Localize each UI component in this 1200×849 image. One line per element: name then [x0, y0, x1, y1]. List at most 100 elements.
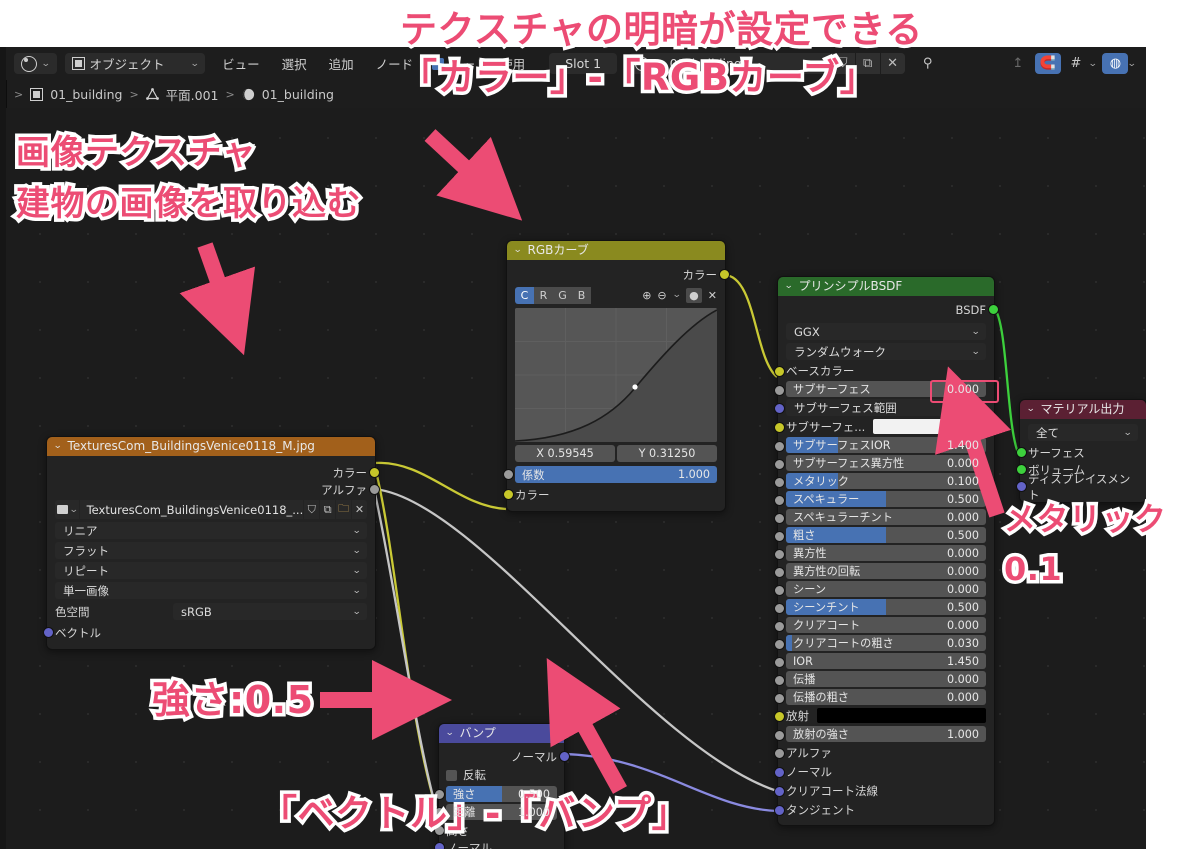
socket-粗さ-in[interactable]	[773, 531, 785, 542]
socket-スペキュラーチント-in[interactable]	[773, 513, 785, 524]
curve-point-coords[interactable]: X 0.59545 Y 0.31250	[515, 445, 717, 462]
node-header[interactable]: ⌄ RGBカーブ	[507, 241, 725, 260]
bsdf-field[interactable]: IOR 1.450	[786, 653, 986, 669]
output-color[interactable]: カラー	[515, 266, 730, 283]
chevron-down-icon[interactable]: ⌄	[1127, 59, 1137, 69]
socket-color-out[interactable]	[718, 269, 730, 280]
bsdf-row[interactable]: メタリック 0.100	[773, 473, 986, 489]
x-icon[interactable]: ✕	[708, 289, 717, 302]
node-principled-bsdf[interactable]: ⌄ プリンシプルBSDF BSDF GGX ⌄ ランダムウォーク ⌄ ベースカラ…	[773, 276, 999, 826]
image-name-field[interactable]: TexturesCom_BuildingsVenice0118_...	[79, 500, 304, 519]
socket-サブサーフェスIOR-in[interactable]	[773, 441, 785, 452]
socket-surface-in[interactable]	[1015, 447, 1027, 458]
bsdf-row[interactable]: 粗さ 0.500	[773, 527, 986, 543]
bsdf-field[interactable]: 異方性の回転 0.000	[786, 563, 986, 579]
bsdf-row[interactable]: サブサーフェスIOR 1.400	[773, 437, 986, 453]
bsdf-field[interactable]: サブサーフェス異方性 0.000	[786, 455, 986, 471]
bsdf-row[interactable]: サブサーフェ...	[773, 418, 986, 435]
bsdf-row[interactable]: 異方性の回転 0.000	[773, 563, 986, 579]
bsdf-color-swatch[interactable]	[873, 419, 986, 434]
invert-checkbox[interactable]: 反転	[446, 767, 557, 783]
overlay-sphere-icon[interactable]: ◍	[1102, 53, 1129, 74]
image-browse-button[interactable]: ⌄	[55, 500, 79, 519]
snap-grid-icon[interactable]: #	[1063, 53, 1089, 74]
input-normal[interactable]: ノーマル	[433, 839, 557, 849]
menu-add[interactable]: 追加	[318, 54, 365, 73]
target-dropdown[interactable]: 全て ⌄	[1028, 424, 1138, 441]
socket-サブサーフェス範囲-in[interactable]	[773, 403, 785, 414]
shader-type-dropdown[interactable]: オブジェクト ⌄	[64, 53, 206, 74]
snap-parent-up-icon[interactable]: ↥	[1005, 53, 1031, 74]
socket-アルファ-in[interactable]	[773, 748, 785, 759]
bsdf-socket-row[interactable]: アルファ	[786, 744, 986, 761]
socket-サブサーフェ...-in[interactable]	[773, 422, 785, 433]
input-color[interactable]: カラー	[502, 486, 717, 503]
bsdf-row[interactable]: ベースカラー	[773, 362, 986, 379]
socket-伝播の粗さ-in[interactable]	[773, 693, 785, 704]
source-dropdown[interactable]: 単一画像 ⌄	[55, 582, 367, 599]
subsurface-method-dropdown[interactable]: ランダムウォーク ⌄	[786, 343, 986, 360]
socket-displacement-in[interactable]	[1015, 481, 1027, 492]
interpolation-dropdown[interactable]: リニア ⌄	[55, 522, 367, 539]
output-bsdf[interactable]: BSDF	[786, 301, 999, 318]
bsdf-socket-row[interactable]: ベースカラー	[786, 362, 986, 379]
bsdf-row[interactable]: IOR 1.450	[773, 653, 986, 669]
bsdf-row[interactable]: 放射の強さ 1.000	[773, 726, 986, 742]
chevron-down-icon[interactable]: ⌄	[445, 724, 454, 743]
bsdf-socket-row[interactable]: ノーマル	[786, 763, 986, 780]
bsdf-row[interactable]: シーンチント 0.500	[773, 599, 986, 615]
bsdf-field[interactable]: クリアコートの粗さ 0.030	[786, 635, 986, 651]
distribution-dropdown[interactable]: GGX ⌄	[786, 323, 986, 340]
input-vector[interactable]: ベクトル	[42, 624, 367, 641]
input-surface[interactable]: サーフェス	[1015, 444, 1138, 461]
socket-volume-in[interactable]	[1015, 464, 1027, 475]
bsdf-field[interactable]: メタリック 0.100	[786, 473, 986, 489]
zoom-in-icon[interactable]: ⊕	[642, 289, 651, 302]
output-color[interactable]: カラー	[55, 464, 380, 481]
socket-放射の強さ-in[interactable]	[773, 730, 785, 741]
socket-伝播-in[interactable]	[773, 675, 785, 686]
node-header[interactable]: ⌄ TexturesCom_BuildingsVenice0118_M.jpg	[47, 437, 375, 456]
colorspace-dropdown[interactable]: sRGB ⌄	[173, 603, 367, 620]
fac-field[interactable]: 係数 1.000	[515, 466, 717, 483]
breadcrumb-expand-arrow[interactable]: >	[14, 88, 23, 101]
chevron-down-icon[interactable]: ⌄	[1026, 400, 1035, 419]
socket-fac-in[interactable]	[502, 469, 514, 480]
bsdf-field[interactable]: 放射の強さ 1.000	[786, 726, 986, 742]
copy-icon[interactable]: ⧉	[320, 500, 336, 519]
socket-スペキュラー-in[interactable]	[773, 495, 785, 506]
bsdf-field[interactable]: スペキュラー 0.500	[786, 491, 986, 507]
bsdf-row[interactable]: タンジェント	[773, 801, 986, 818]
bsdf-field[interactable]: サブサーフェスIOR 1.400	[786, 437, 986, 453]
curve-y-value[interactable]: Y 0.31250	[617, 445, 717, 462]
socket-bsdf-out[interactable]	[987, 304, 999, 315]
bsdf-color-row[interactable]: サブサーフェ...	[786, 418, 986, 435]
input-displacement[interactable]: ディスプレイスメント	[1015, 472, 1138, 502]
bsdf-field[interactable]: シーン 0.000	[786, 581, 986, 597]
socket-クリアコート-in[interactable]	[773, 621, 785, 632]
socket-IOR-in[interactable]	[773, 657, 785, 668]
socket-normal-in[interactable]	[433, 842, 445, 849]
socket-シーン-in[interactable]	[773, 585, 785, 596]
bsdf-row[interactable]: ノーマル	[773, 763, 986, 780]
image-datablock-row[interactable]: ⌄ TexturesCom_BuildingsVenice0118_... ⛉ …	[55, 500, 367, 519]
bsdf-socket-row[interactable]: クリアコート法線	[786, 782, 986, 799]
node-image-texture[interactable]: ⌄ TexturesCom_BuildingsVenice0118_M.jpg …	[42, 436, 380, 650]
output-normal[interactable]: ノーマル	[446, 748, 570, 765]
chevron-down-icon[interactable]: ⌄	[1088, 59, 1098, 69]
bsdf-row[interactable]: サブサーフェス異方性 0.000	[773, 455, 986, 471]
bsdf-field[interactable]: スペキュラーチント 0.000	[786, 509, 986, 525]
projection-dropdown[interactable]: フラット ⌄	[55, 542, 367, 559]
breadcrumb-item-mesh[interactable]: 平面.001	[166, 85, 219, 104]
socket-vector-in[interactable]	[42, 627, 54, 638]
bsdf-row[interactable]: クリアコート 0.000	[773, 617, 986, 633]
socket-クリアコート法線-in[interactable]	[773, 786, 785, 797]
node-header[interactable]: ⌄ マテリアル出力	[1020, 400, 1146, 419]
bsdf-field[interactable]: クリアコート 0.000	[786, 617, 986, 633]
bsdf-row[interactable]: クリアコートの粗さ 0.030	[773, 635, 986, 651]
socket-タンジェント-in[interactable]	[773, 805, 785, 816]
node-header[interactable]: ⌄ プリンシプルBSDF	[778, 277, 994, 296]
curve-tab-b[interactable]: B	[572, 286, 591, 304]
breadcrumb-item-object[interactable]: 01_building	[50, 87, 122, 102]
curve-toolbar[interactable]: C R G B ⊕ ⊖ ⌄ ● ✕	[515, 286, 717, 304]
